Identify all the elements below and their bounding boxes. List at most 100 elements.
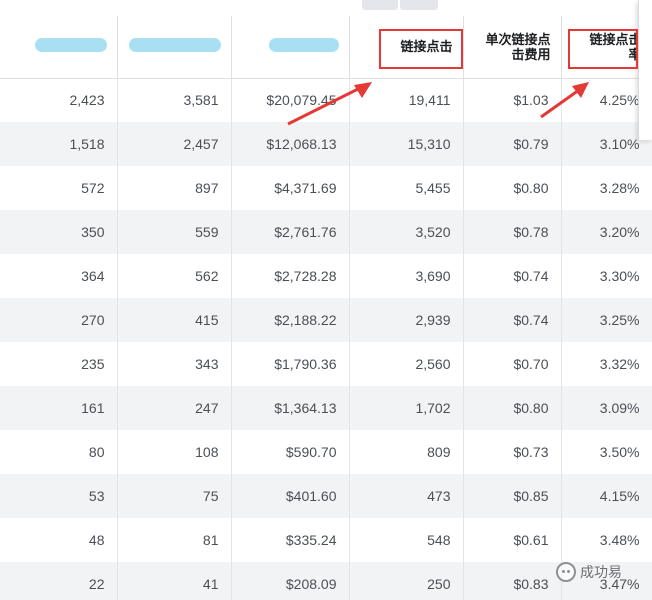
table-cell: 1,702 <box>349 386 464 430</box>
table-cell: 5,455 <box>349 166 464 210</box>
table-row[interactable]: 2,423 3,581 $20,079.45 19,411 $1.03 4.25% <box>0 78 652 122</box>
column-header-redacted[interactable] <box>117 16 232 79</box>
table-row[interactable]: 270 415 $2,188.22 2,939 $0.74 3.25% <box>0 298 652 342</box>
table-cell: 19,411 <box>349 78 464 122</box>
watermark: 成功易 <box>556 560 622 584</box>
table-cell: $1,364.13 <box>231 386 350 430</box>
table-cell: 108 <box>117 430 232 474</box>
table-cell: 548 <box>349 518 464 562</box>
table-row[interactable]: 22 41 $208.09 250 $0.83 3.47% <box>0 562 652 600</box>
table-cell: 161 <box>0 386 118 430</box>
table-cell: $1.03 <box>463 78 562 122</box>
table-cell: 3.30% <box>561 254 652 298</box>
table-cell: 15,310 <box>349 122 464 166</box>
table-cell: 2,939 <box>349 298 464 342</box>
table-row[interactable]: 235 343 $1,790.36 2,560 $0.70 3.32% <box>0 342 652 386</box>
table-cell: 364 <box>0 254 118 298</box>
table-header-row: 链接点击 单次链接点 击费用 链接点击率 <box>0 16 652 79</box>
table-row[interactable]: 364 562 $2,728.28 3,690 $0.74 3.30% <box>0 254 652 298</box>
toolbar-strip <box>0 0 652 14</box>
table-cell: 22 <box>0 562 118 600</box>
table-cell: 897 <box>117 166 232 210</box>
side-popover-edge <box>638 0 652 140</box>
column-header-redacted[interactable] <box>0 16 118 79</box>
table-row[interactable]: 572 897 $4,371.69 5,455 $0.80 3.28% <box>0 166 652 210</box>
table-row[interactable]: 1,518 2,457 $12,068.13 15,310 $0.79 3.10% <box>0 122 652 166</box>
table-cell: 75 <box>117 474 232 518</box>
table-cell: 247 <box>117 386 232 430</box>
table-cell: 3.09% <box>561 386 652 430</box>
table-cell: $0.80 <box>463 166 562 210</box>
table-cell: $4,371.69 <box>231 166 350 210</box>
highlight-box-link-click-rate <box>568 29 638 69</box>
table-cell: $0.74 <box>463 254 562 298</box>
table-row[interactable]: 48 81 $335.24 548 $0.61 3.48% <box>0 518 652 562</box>
table-cell: 2,423 <box>0 78 118 122</box>
table-cell: 3.25% <box>561 298 652 342</box>
table-cell: 3,520 <box>349 210 464 254</box>
table-cell: $0.73 <box>463 430 562 474</box>
table-cell: 343 <box>117 342 232 386</box>
table-row[interactable]: 80 108 $590.70 809 $0.73 3.50% <box>0 430 652 474</box>
column-header-label: 击费用 <box>511 46 551 62</box>
table-cell: $20,079.45 <box>231 78 350 122</box>
table-cell: 53 <box>0 474 118 518</box>
table-cell: 415 <box>117 298 232 342</box>
table-cell: 3.50% <box>561 430 652 474</box>
table-cell: 2,457 <box>117 122 232 166</box>
table-cell: 3.32% <box>561 342 652 386</box>
wechat-icon <box>556 562 576 582</box>
table-cell: 80 <box>0 430 118 474</box>
table-cell: 350 <box>0 210 118 254</box>
table-cell: $0.78 <box>463 210 562 254</box>
table-cell: 3,581 <box>117 78 232 122</box>
table-cell: 3.20% <box>561 210 652 254</box>
redacted-label <box>268 38 339 53</box>
table-cell: 572 <box>0 166 118 210</box>
table-cell: $0.74 <box>463 298 562 342</box>
column-header-label: 单次链接点 <box>485 31 551 47</box>
table-cell: $0.79 <box>463 122 562 166</box>
table-cell: 562 <box>117 254 232 298</box>
watermark-text: 成功易 <box>580 564 622 580</box>
table-cell: 48 <box>0 518 118 562</box>
table-cell: $2,728.28 <box>231 254 350 298</box>
table-cell: 809 <box>349 430 464 474</box>
table-cell: $335.24 <box>231 518 350 562</box>
column-header-redacted[interactable] <box>231 16 350 79</box>
table-cell: $2,761.76 <box>231 210 350 254</box>
table-cell: 3,690 <box>349 254 464 298</box>
table-row[interactable]: 350 559 $2,761.76 3,520 $0.78 3.20% <box>0 210 652 254</box>
column-header-cost-per-link-click[interactable]: 单次链接点 击费用 <box>463 16 562 79</box>
table-cell: $401.60 <box>231 474 350 518</box>
table-cell: 250 <box>349 562 464 600</box>
table-cell: 235 <box>0 342 118 386</box>
ads-metrics-table: 链接点击 单次链接点 击费用 链接点击率 2,423 3,581 $20,079.45… <box>0 16 652 600</box>
redacted-label <box>128 38 221 53</box>
table-cell: 559 <box>117 210 232 254</box>
table-cell: $0.80 <box>463 386 562 430</box>
table-row[interactable]: 161 247 $1,364.13 1,702 $0.80 3.09% <box>0 386 652 430</box>
table-cell: $0.83 <box>463 562 562 600</box>
table-cell: 270 <box>0 298 118 342</box>
table-cell: 41 <box>117 562 232 600</box>
toolbar-button[interactable] <box>400 0 438 10</box>
table-cell: $208.09 <box>231 562 350 600</box>
table-cell: $0.61 <box>463 518 562 562</box>
table-cell: 3.48% <box>561 518 652 562</box>
table-row[interactable]: 53 75 $401.60 473 $0.85 4.15% <box>0 474 652 518</box>
toolbar-button[interactable] <box>362 0 398 10</box>
table-cell: $0.85 <box>463 474 562 518</box>
table-cell: 3.28% <box>561 166 652 210</box>
table-cell: $12,068.13 <box>231 122 350 166</box>
table-cell: $0.70 <box>463 342 562 386</box>
table-cell: 1,518 <box>0 122 118 166</box>
table-cell: 473 <box>349 474 464 518</box>
table-cell: 81 <box>117 518 232 562</box>
table-cell: 4.15% <box>561 474 652 518</box>
table-cell: $1,790.36 <box>231 342 350 386</box>
redacted-label <box>34 38 107 53</box>
table-cell: 2,560 <box>349 342 464 386</box>
table-cell: $590.70 <box>231 430 350 474</box>
table-body: 2,423 3,581 $20,079.45 19,411 $1.03 4.25% 1,51… <box>0 78 652 600</box>
